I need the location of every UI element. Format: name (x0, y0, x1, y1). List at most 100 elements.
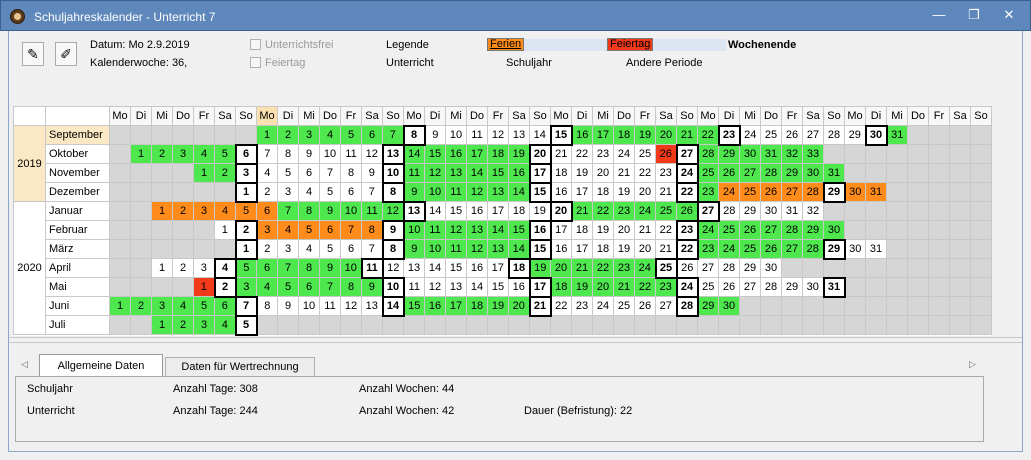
splitter[interactable] (9, 337, 1022, 343)
day-cell[interactable]: 9 (319, 201, 341, 221)
day-cell[interactable]: 9 (381, 219, 405, 241)
day-cell[interactable]: 21 (571, 201, 593, 221)
day-cell[interactable]: 5 (319, 239, 341, 259)
minimize-button[interactable]: — (924, 6, 954, 24)
day-cell[interactable]: 20 (550, 258, 572, 278)
day-cell[interactable]: 15 (528, 181, 552, 203)
day-cell[interactable]: 4 (172, 296, 194, 316)
day-cell[interactable]: 28 (760, 163, 782, 183)
note-tool-icon[interactable]: ✐ (55, 42, 77, 66)
day-cell[interactable]: 1 (234, 238, 258, 260)
day-cell[interactable]: 19 (487, 296, 509, 316)
day-cell[interactable]: 1 (151, 258, 173, 278)
day-cell[interactable]: 2 (214, 163, 236, 183)
day-cell[interactable]: 17 (487, 201, 509, 221)
day-cell[interactable]: 14 (403, 144, 425, 164)
day-cell[interactable]: 31 (760, 144, 782, 164)
day-cell[interactable]: 24 (634, 258, 656, 278)
day-cell[interactable]: 11 (360, 257, 384, 279)
day-cell[interactable]: 8 (256, 296, 278, 316)
day-cell[interactable]: 5 (235, 258, 257, 278)
day-cell[interactable]: 26 (760, 239, 782, 259)
day-cell[interactable]: 16 (466, 201, 488, 221)
day-cell[interactable]: 26 (781, 125, 803, 145)
day-cell[interactable]: 17 (571, 239, 593, 259)
day-cell[interactable]: 3 (193, 315, 215, 335)
day-cell[interactable]: 30 (760, 258, 782, 278)
day-cell[interactable]: 12 (487, 125, 509, 145)
day-cell[interactable]: 8 (381, 181, 405, 203)
day-cell[interactable]: 10 (445, 125, 467, 145)
day-cell[interactable]: 31 (865, 182, 887, 202)
day-cell[interactable]: 1 (130, 144, 152, 164)
day-cell[interactable]: 8 (340, 163, 362, 183)
day-cell[interactable]: 6 (340, 239, 362, 259)
day-cell[interactable]: 6 (319, 220, 341, 240)
day-cell[interactable]: 12 (466, 182, 488, 202)
day-cell[interactable]: 10 (319, 144, 341, 164)
day-cell[interactable]: 27 (760, 220, 782, 240)
day-cell[interactable]: 13 (487, 239, 509, 259)
day-cell[interactable]: 31 (823, 163, 845, 183)
day-cell[interactable]: 5 (340, 125, 362, 145)
day-cell[interactable]: 5 (193, 296, 215, 316)
day-cell[interactable]: 15 (445, 201, 467, 221)
day-cell[interactable]: 13 (381, 143, 405, 165)
day-cell[interactable]: 1 (256, 125, 278, 145)
day-cell[interactable]: 19 (613, 182, 635, 202)
day-cell[interactable]: 5 (277, 163, 299, 183)
day-cell[interactable]: 10 (340, 201, 362, 221)
day-cell[interactable]: 3 (234, 162, 258, 184)
day-cell[interactable]: 15 (528, 238, 552, 260)
day-cell[interactable]: 23 (592, 144, 614, 164)
day-cell[interactable]: 4 (277, 220, 299, 240)
day-cell[interactable]: 19 (592, 220, 614, 240)
day-cell[interactable]: 10 (298, 296, 320, 316)
day-cell[interactable]: 19 (508, 144, 530, 164)
day-cell[interactable]: 4 (214, 201, 236, 221)
day-cell[interactable]: 2 (151, 144, 173, 164)
day-cell[interactable]: 20 (634, 239, 656, 259)
tab-scroll-left-icon[interactable]: ◁ (21, 359, 28, 370)
day-cell[interactable]: 9 (424, 125, 446, 145)
day-cell[interactable]: 25 (739, 182, 761, 202)
day-cell[interactable]: 12 (424, 277, 446, 297)
day-cell[interactable]: 11 (466, 125, 488, 145)
day-cell[interactable]: 26 (718, 277, 740, 297)
day-cell[interactable]: 14 (381, 295, 405, 317)
day-cell[interactable]: 26 (739, 220, 761, 240)
day-cell[interactable]: 26 (655, 144, 677, 164)
day-cell[interactable]: 23 (571, 296, 593, 316)
day-cell[interactable]: 21 (613, 277, 635, 297)
day-cell[interactable]: 10 (424, 239, 446, 259)
day-cell[interactable]: 24 (592, 296, 614, 316)
day-cell[interactable]: 20 (528, 143, 552, 165)
day-cell[interactable]: 30 (844, 239, 866, 259)
day-cell[interactable]: 31 (865, 239, 887, 259)
day-cell[interactable]: 32 (781, 144, 803, 164)
day-cell[interactable]: 25 (697, 163, 719, 183)
day-cell[interactable]: 20 (592, 277, 614, 297)
maximize-button[interactable]: ❐ (959, 6, 989, 24)
notepad-icon[interactable]: ✎ (22, 42, 44, 66)
day-cell[interactable]: 4 (256, 163, 278, 183)
day-cell[interactable]: 15 (403, 296, 425, 316)
day-cell[interactable]: 22 (634, 277, 656, 297)
day-cell[interactable]: 6 (298, 277, 320, 297)
day-cell[interactable]: 13 (487, 182, 509, 202)
day-cell[interactable]: 28 (718, 201, 740, 221)
day-cell[interactable]: 9 (319, 258, 341, 278)
day-cell[interactable]: 24 (697, 220, 719, 240)
day-cell[interactable]: 19 (529, 201, 551, 221)
day-cell[interactable]: 33 (802, 144, 824, 164)
day-cell[interactable]: 13 (508, 125, 530, 145)
day-cell[interactable]: 21 (550, 144, 572, 164)
day-cell[interactable]: 28 (802, 239, 824, 259)
day-cell[interactable]: 22 (592, 201, 614, 221)
day-cell[interactable]: 6 (340, 182, 362, 202)
day-cell[interactable]: 29 (697, 296, 719, 316)
day-cell[interactable]: 1 (234, 181, 258, 203)
day-cell[interactable]: 16 (508, 163, 530, 183)
day-cell[interactable]: 25 (655, 201, 677, 221)
day-cell[interactable]: 22 (655, 220, 677, 240)
